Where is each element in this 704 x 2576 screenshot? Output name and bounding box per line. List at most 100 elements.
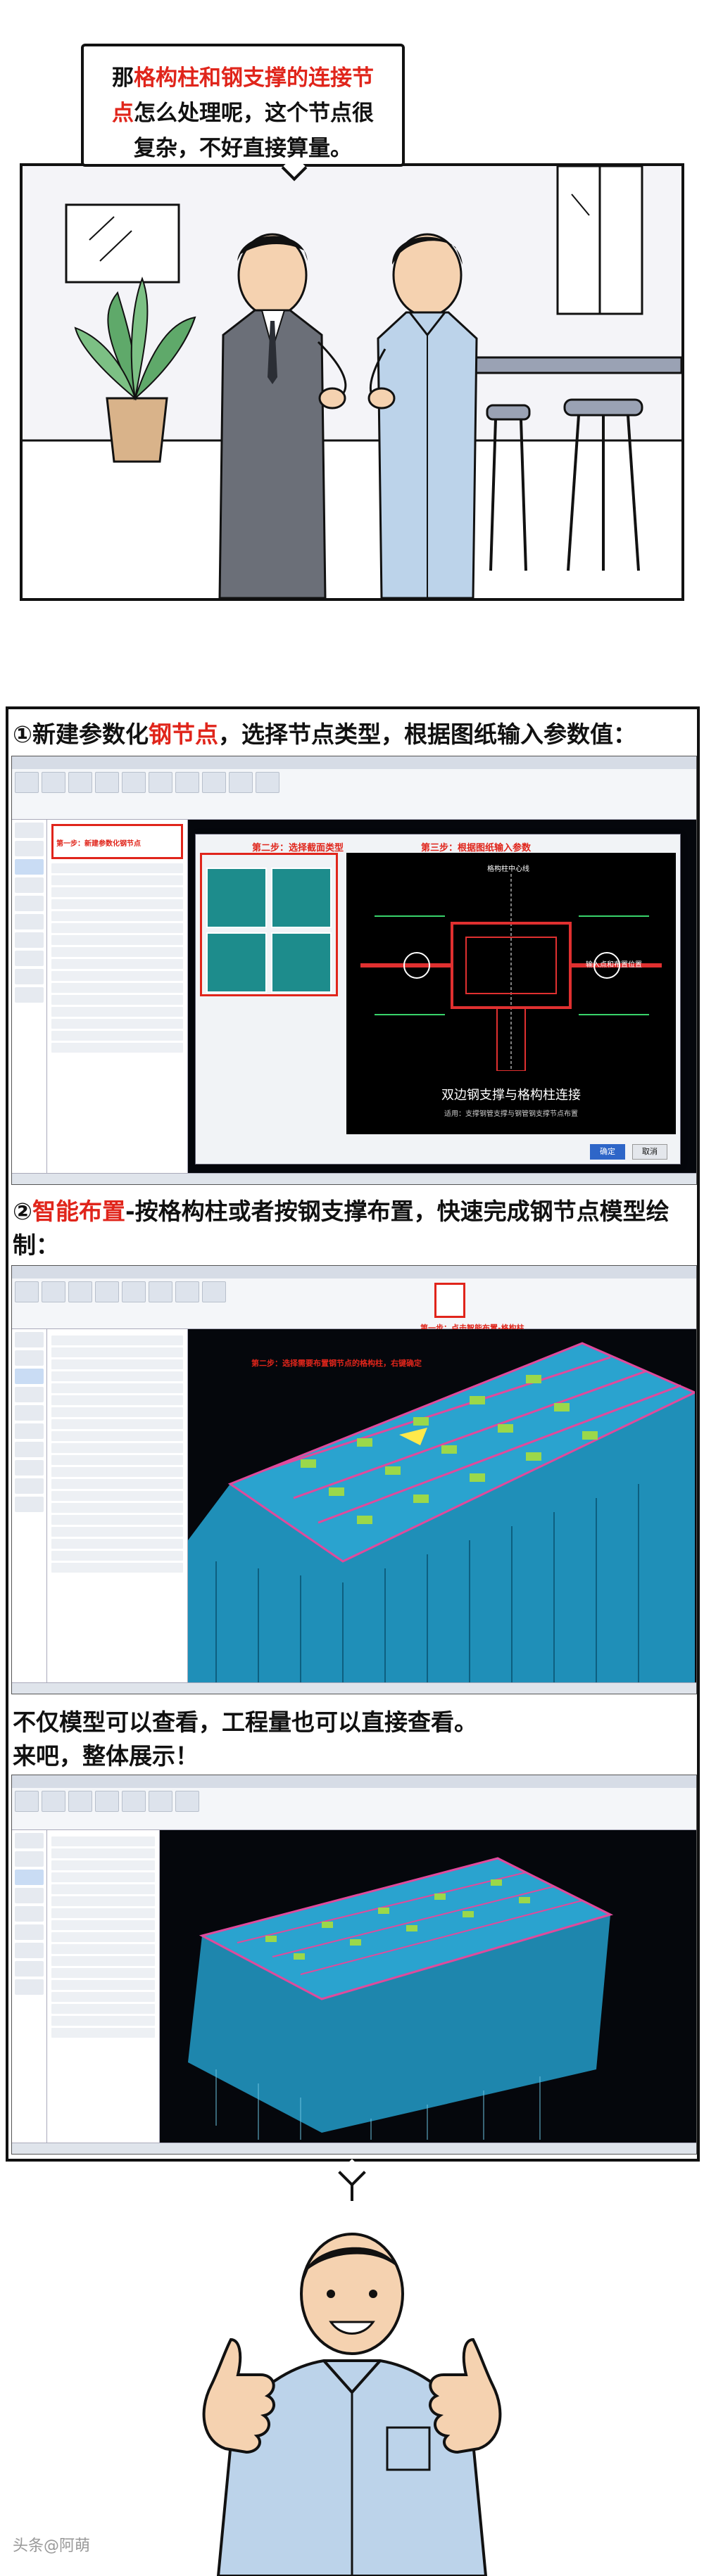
ribbon-button[interactable] [42,1791,65,1812]
bubble-pointer [338,2159,366,2187]
ribbon-button[interactable] [42,772,65,793]
section-type-tile[interactable] [206,932,267,993]
nav-item[interactable] [15,1442,44,1457]
nav-item[interactable] [15,1497,44,1512]
ribbon-button[interactable] [202,1281,226,1302]
nav-item[interactable] [15,896,44,911]
left-nav [12,1329,47,1682]
left-nav [12,1830,47,2143]
ribbon-button[interactable] [15,772,39,793]
ribbon-button[interactable] [15,1281,39,1302]
new-node-highlight[interactable]: 第一步：新建参数化钢节点 [51,824,183,859]
nav-item-active[interactable] [15,1870,44,1885]
step2-label-b: 第二步：选择需要布置钢节点的格构柱，右键确定 [251,1359,422,1368]
nav-item[interactable] [15,1332,44,1347]
3d-viewport[interactable] [160,1830,696,2143]
ribbon-button[interactable] [175,1791,199,1812]
step3-caption: 不仅模型可以查看，工程量也可以直接查看。 来吧，整体展示！ [13,1708,477,1770]
bubble-line-3: 复杂，不好直接算量。 [134,136,352,161]
ribbon-button[interactable] [42,1281,65,1302]
nav-item[interactable] [15,932,44,948]
nav-item[interactable] [15,1943,44,1958]
step1-label-a: 第一步：新建参数化钢节点 [56,840,141,848]
nav-item[interactable] [15,1906,44,1922]
3d-viewport[interactable]: 第二步：选择需要布置钢节点的格构柱，右键确定 [188,1329,696,1682]
nav-item[interactable] [15,1478,44,1494]
ribbon-button[interactable] [256,772,279,793]
nav-item[interactable] [15,1405,44,1421]
ribbon-button[interactable] [122,1791,146,1812]
property-panel [47,1329,188,1682]
ribbon-button[interactable] [229,772,253,793]
ribbon-button[interactable] [149,1281,172,1302]
node-parameter-dialog: 第二步：选择截面类型 第三步：根据图纸输入参数 格构柱中心线 输入点和布置位置 … [195,834,681,1165]
ribbon-button[interactable] [95,1791,119,1812]
step2-caption: ②智能布置-按格构柱或者按钢支撑布置，快速完成钢节点模型绘制： [13,1198,670,1259]
section-type-tile[interactable] [271,868,332,928]
status-bar [12,2143,696,2154]
nav-item-active[interactable] [15,1369,44,1384]
ribbon-button[interactable] [175,1281,199,1302]
nav-item[interactable] [15,987,44,1003]
section-type-tile[interactable] [271,932,332,993]
nav-item[interactable] [15,951,44,966]
screenshot-step2: 第一步：点击智能布置-格构柱 第二步：选择需要布置钢节点的格构柱，右键确定 [11,1265,697,1694]
ribbon-button[interactable] [68,772,92,793]
nav-item[interactable] [15,877,44,893]
ribbon-button[interactable] [149,1791,172,1812]
section-type-tile[interactable] [206,868,267,928]
left-nav [12,820,47,1173]
nav-item[interactable] [15,841,44,856]
nav-item[interactable] [15,1961,44,1977]
property-panel: 第一步：新建参数化钢节点 [47,820,188,1173]
step1-label-b: 第二步：选择截面类型 [252,843,344,854]
nav-item[interactable] [15,1979,44,1995]
nav-item[interactable] [15,914,44,929]
status-bar [12,1682,696,1694]
nav-item[interactable] [15,969,44,984]
property-panel [47,1830,160,2143]
ribbon-button[interactable] [95,1281,119,1302]
nav-item-active[interactable] [15,859,44,875]
nav-item[interactable] [15,1350,44,1366]
ribbon-button[interactable] [68,1281,92,1302]
diagram-title: 双边钢支撑与格构柱连接 [441,1088,581,1103]
screenshot-step1: 第一步：新建参数化钢节点 第二步：选择截面类型 第三步：根据图纸输入参数 格构柱… [11,756,697,1185]
nav-item[interactable] [15,823,44,838]
overall-model-render [160,1830,695,2143]
diagram-subtitle: 适用：支撑钢管支撑与钢管钢支撑节点布置 [444,1110,578,1118]
nav-item[interactable] [15,1833,44,1848]
ribbon-button[interactable] [68,1791,92,1812]
ribbon-button[interactable] [95,772,119,793]
screenshot-step3 [11,1775,697,2155]
nav-item[interactable] [15,1888,44,1903]
nav-item[interactable] [15,1460,44,1476]
ribbon-button[interactable] [122,1281,146,1302]
speech-bubble: 那格构柱和钢支撑的连接节 点怎么处理呢，这个节点很 复杂，不好直接算量。 [81,44,405,167]
comic-panel-office [20,163,684,601]
ribbon-button[interactable] [15,1791,39,1812]
smart-layout-button[interactable] [434,1283,465,1318]
step1-label-c: 第三步：根据图纸输入参数 [421,843,532,854]
ribbon-button[interactable] [202,772,226,793]
ribbon-button[interactable] [122,772,146,793]
nav-item[interactable] [15,1924,44,1940]
ribbon-button[interactable] [175,772,199,793]
diagram-right-label: 输入点和布置位置 [586,961,642,969]
app-titlebar [12,1775,696,1788]
ribbon-toolbar: 第一步：点击智能布置-格构柱 [12,1279,696,1333]
cancel-button[interactable]: 取消 [632,1144,667,1160]
nav-item[interactable] [15,1851,44,1867]
ribbon-button[interactable] [149,772,172,793]
section-type-picker[interactable] [200,853,338,996]
software-demo-panel: ①新建参数化钢节点，选择节点类型，根据图纸输入参数值： 第一步：新建参数化钢节点 [6,706,700,2162]
nav-item[interactable] [15,1387,44,1402]
ok-button[interactable]: 确定 [590,1144,625,1160]
step1-caption: ①新建参数化钢节点，选择节点类型，根据图纸输入参数值： [13,721,636,748]
steel-model-render [188,1329,696,1682]
ribbon-toolbar [12,769,696,820]
3d-viewport[interactable]: 第二步：选择截面类型 第三步：根据图纸输入参数 格构柱中心线 输入点和布置位置 … [188,820,696,1173]
nav-item[interactable] [15,1423,44,1439]
bubble-line-1: 那格构柱和钢支撑的连接节 [112,65,374,91]
diagram-center-label: 格构柱中心线 [487,865,529,873]
